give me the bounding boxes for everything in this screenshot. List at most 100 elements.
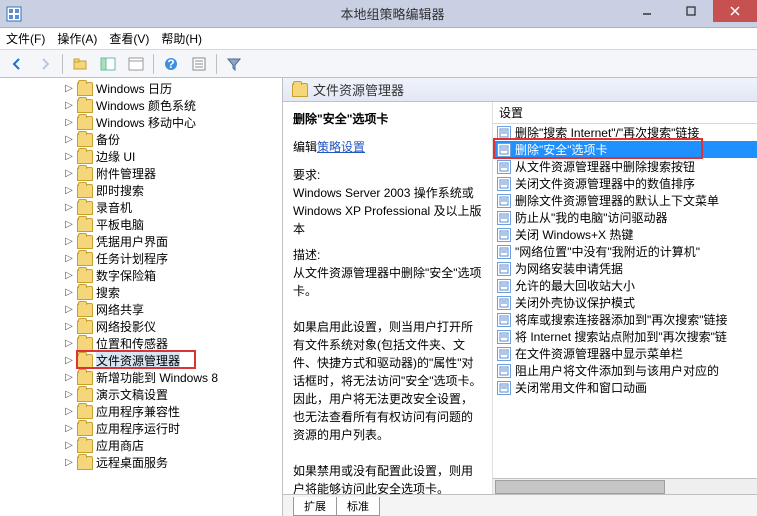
tree-item-label: 新增功能到 Windows 8 [96, 369, 218, 386]
policy-icon [497, 126, 511, 140]
settings-list[interactable]: 删除"搜索 Internet"/"再次搜索"链接删除"安全"选项卡从文件资源管理… [493, 124, 757, 478]
settings-item[interactable]: "网络位置"中没有"我附近的计算机" [493, 243, 757, 260]
settings-item[interactable]: 在文件资源管理器中显示菜单栏 [493, 345, 757, 362]
tree-item-label: 边缘 UI [96, 148, 135, 165]
settings-item-label: 从文件资源管理器中删除搜索按钮 [515, 158, 695, 175]
settings-item[interactable]: 从文件资源管理器中删除搜索按钮 [493, 158, 757, 175]
tree-item[interactable]: ▷凭据用户界面 [0, 233, 282, 250]
settings-item[interactable]: 将 Internet 搜索站点附加到"再次搜索"链 [493, 328, 757, 345]
tree-item[interactable]: ▷应用程序运行时 [0, 420, 282, 437]
tab-standard[interactable]: 标准 [336, 497, 380, 516]
expand-icon[interactable]: ▷ [64, 457, 74, 468]
tree-item[interactable]: ▷Windows 日历 [0, 80, 282, 97]
folder-icon [77, 269, 93, 283]
settings-item[interactable]: 防止从"我的电脑"访问驱动器 [493, 209, 757, 226]
tree-item[interactable]: ▷文件资源管理器 [0, 352, 282, 369]
expand-icon[interactable]: ▷ [64, 355, 74, 366]
settings-item[interactable]: 阻止用户将文件添加到与该用户对应的 [493, 362, 757, 379]
tree-item[interactable]: ▷网络投影仪 [0, 318, 282, 335]
expand-icon[interactable]: ▷ [64, 168, 74, 179]
expand-icon[interactable]: ▷ [64, 202, 74, 213]
expand-icon[interactable]: ▷ [64, 253, 74, 264]
tree-item[interactable]: ▷网络共享 [0, 301, 282, 318]
expand-icon[interactable]: ▷ [64, 423, 74, 434]
tree-item[interactable]: ▷应用程序兼容性 [0, 403, 282, 420]
expand-icon[interactable]: ▷ [64, 134, 74, 145]
expand-icon[interactable]: ▷ [64, 83, 74, 94]
tree-pane[interactable]: ▷Windows 日历▷Windows 颜色系统▷Windows 移动中心▷备份… [0, 78, 283, 516]
expand-icon[interactable]: ▷ [64, 287, 74, 298]
settings-item[interactable]: 关闭 Windows+X 热键 [493, 226, 757, 243]
expand-icon[interactable]: ▷ [64, 117, 74, 128]
expand-icon[interactable]: ▷ [64, 372, 74, 383]
expand-icon[interactable]: ▷ [64, 338, 74, 349]
tree-item[interactable]: ▷搜索 [0, 284, 282, 301]
properties-button[interactable] [186, 52, 212, 76]
tree-item-label: 演示文稿设置 [96, 386, 168, 403]
folder-icon [77, 286, 93, 300]
expand-icon[interactable]: ▷ [64, 406, 74, 417]
tree-item[interactable]: ▷ 演示文稿设置 [0, 386, 282, 403]
settings-column-header[interactable]: 设置 [493, 102, 757, 124]
show-item-button[interactable] [123, 52, 149, 76]
tree-item[interactable]: ▷远程桌面服务 [0, 454, 282, 471]
tree-item[interactable]: ▷ 新增功能到 Windows 8 [0, 369, 282, 386]
menu-file[interactable]: 文件(F) [6, 30, 45, 47]
tree-item[interactable]: ▷即时搜索 [0, 182, 282, 199]
minimize-button[interactable] [625, 0, 669, 22]
expand-icon[interactable]: ▷ [64, 389, 74, 400]
expand-icon[interactable]: ▷ [64, 321, 74, 332]
menu-view[interactable]: 查看(V) [109, 30, 149, 47]
back-button[interactable] [4, 52, 30, 76]
settings-item[interactable]: 将库或搜索连接器添加到"再次搜索"链接 [493, 311, 757, 328]
menu-action[interactable]: 操作(A) [57, 30, 97, 47]
edit-policy-link[interactable]: 策略设置 [317, 140, 365, 154]
expand-icon[interactable]: ▷ [64, 304, 74, 315]
tree-item[interactable]: ▷备份 [0, 131, 282, 148]
toolbar: ? [0, 50, 757, 78]
filter-button[interactable] [221, 52, 247, 76]
policy-icon [497, 177, 511, 191]
tree-item[interactable]: ▷Windows 移动中心 [0, 114, 282, 131]
tree-item[interactable]: ▷任务计划程序 [0, 250, 282, 267]
expand-icon[interactable]: ▷ [64, 151, 74, 162]
tree-item[interactable]: ▷位置和传感器 [0, 335, 282, 352]
tree-item[interactable]: ▷ 边缘 UI [0, 148, 282, 165]
expand-icon[interactable]: ▷ [64, 236, 74, 247]
settings-item[interactable]: 删除文件资源管理器的默认上下文菜单 [493, 192, 757, 209]
expand-icon[interactable]: ▷ [64, 440, 74, 451]
settings-item[interactable]: 为网络安装申请凭据 [493, 260, 757, 277]
horizontal-scrollbar[interactable] [493, 478, 757, 494]
settings-item[interactable]: 删除"搜索 Internet"/"再次搜索"链接 [493, 124, 757, 141]
folder-icon [77, 303, 93, 317]
settings-item[interactable]: 关闭常用文件和窗口动画 [493, 379, 757, 396]
tab-extended[interactable]: 扩展 [293, 497, 337, 516]
forward-button[interactable] [32, 52, 58, 76]
tree-item[interactable]: ▷平板电脑 [0, 216, 282, 233]
close-button[interactable] [713, 0, 757, 22]
requirement-text: Windows Server 2003 操作系统或 Windows XP Pro… [293, 184, 482, 238]
maximize-button[interactable] [669, 0, 713, 22]
show-tree-button[interactable] [95, 52, 121, 76]
tree-item-label: 录音机 [96, 199, 132, 216]
help-button[interactable]: ? [158, 52, 184, 76]
expand-icon[interactable]: ▷ [64, 100, 74, 111]
expand-icon[interactable]: ▷ [64, 219, 74, 230]
settings-item[interactable]: 允许的最大回收站大小 [493, 277, 757, 294]
tree-item[interactable]: ▷Windows 颜色系统 [0, 97, 282, 114]
up-level-button[interactable] [67, 52, 93, 76]
tree-item[interactable]: ▷应用商店 [0, 437, 282, 454]
settings-item[interactable]: 关闭文件资源管理器中的数值排序 [493, 175, 757, 192]
menu-help[interactable]: 帮助(H) [161, 30, 202, 47]
policy-icon [497, 381, 511, 395]
tree-item[interactable]: ▷数字保险箱 [0, 267, 282, 284]
tree-item[interactable]: ▷ 录音机 [0, 199, 282, 216]
expand-icon[interactable]: ▷ [64, 185, 74, 196]
policy-icon [497, 296, 511, 310]
settings-item-label: 删除"搜索 Internet"/"再次搜索"链接 [515, 124, 699, 141]
expand-icon[interactable]: ▷ [64, 270, 74, 281]
settings-item[interactable]: 删除"安全"选项卡 [493, 141, 757, 158]
settings-item[interactable]: 关闭外壳协议保护模式 [493, 294, 757, 311]
policy-icon [497, 279, 511, 293]
tree-item[interactable]: ▷附件管理器 [0, 165, 282, 182]
